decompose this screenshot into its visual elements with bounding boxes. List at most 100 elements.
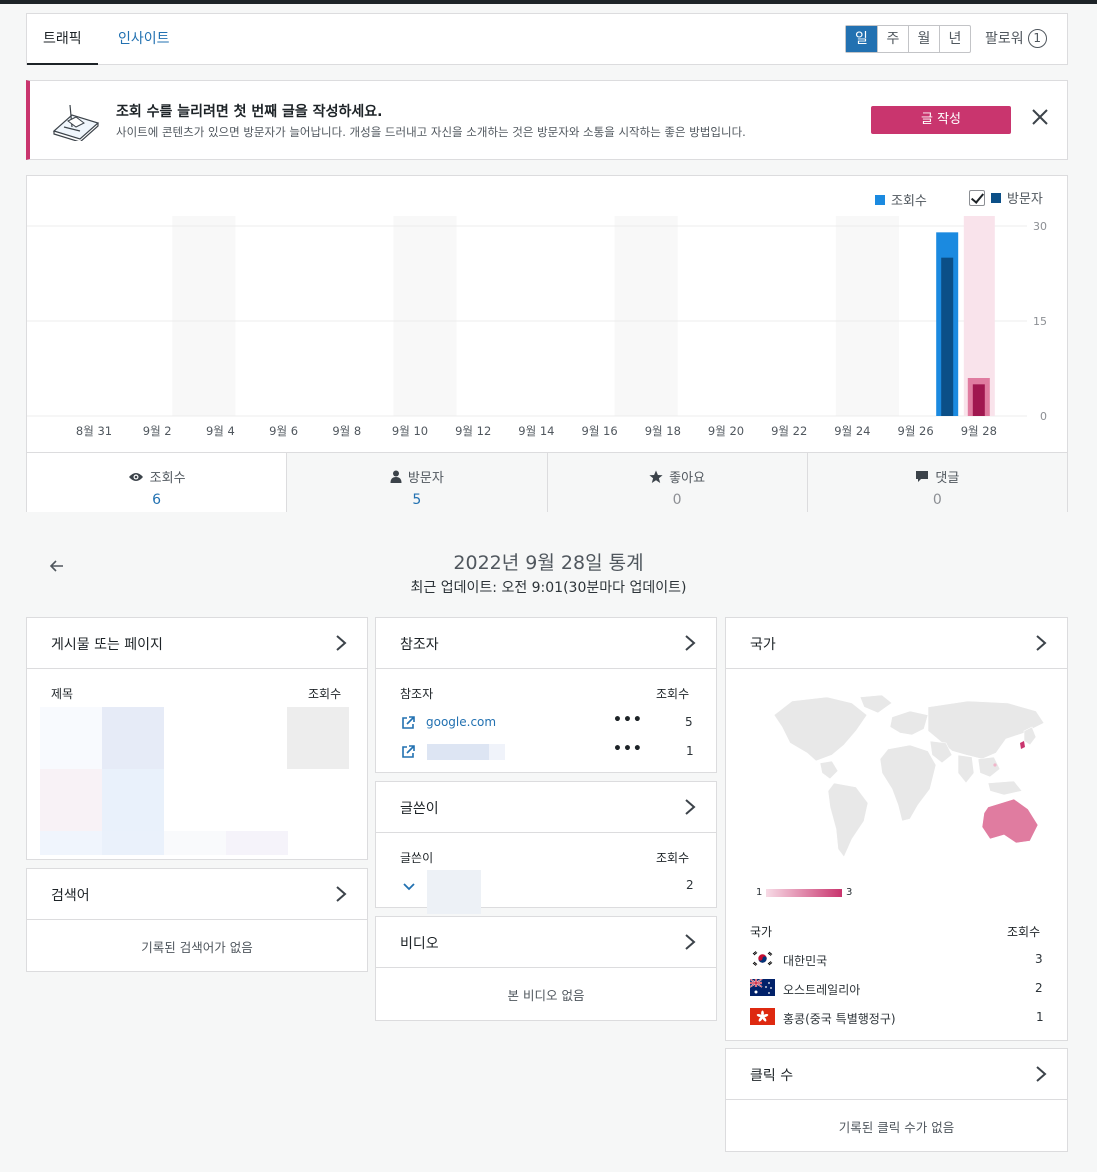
map-scale-min: 1	[756, 887, 763, 898]
referrers-card-header[interactable]: 참조자	[376, 618, 716, 669]
authors-card: 글쓴이 글쓴이 조회수 2	[375, 781, 717, 914]
blurred-author	[427, 870, 481, 914]
legend-visitors-label: 방문자	[1007, 192, 1043, 207]
videos-empty-message: 본 비디오 없음	[507, 988, 585, 1003]
posts-card: 게시물 또는 페이지 제목 조회수	[26, 617, 368, 860]
videos-card-title: 비디오	[400, 936, 439, 952]
person-icon	[390, 470, 402, 483]
external-link-icon[interactable]	[401, 745, 415, 759]
tab-traffic[interactable]: 트래픽	[27, 14, 98, 65]
referrer-name[interactable]: google.com	[426, 715, 496, 729]
countries-card-header[interactable]: 국가	[726, 618, 1067, 669]
x-tick-label: 9월 4	[206, 424, 235, 438]
stat-likes-value: 0	[672, 492, 682, 508]
country-views: 3	[1035, 952, 1043, 966]
hongkong-region	[993, 763, 997, 767]
countries-col-name: 국가	[750, 925, 773, 939]
visitors-checkbox[interactable]	[969, 189, 985, 206]
videos-card-header[interactable]: 비디오	[376, 917, 716, 968]
x-tick-label: 9월 20	[708, 424, 744, 438]
date-title: 2022년 9월 28일 통계	[453, 552, 644, 574]
search-terms-card: 검색어 기록된 검색어가 없음	[26, 868, 368, 972]
date-subtitle: 최근 업데이트: 오전 9:01(30분마다 업데이트)	[410, 580, 687, 596]
y-tick-label: 0	[1040, 410, 1047, 423]
more-icon[interactable]: •••	[613, 712, 643, 728]
banner-title: 조회 수를 늘리려면 첫 번째 글을 작성하세요.	[116, 104, 383, 120]
country-views: 2	[1035, 981, 1043, 995]
x-tick-label: 9월 16	[582, 424, 618, 438]
australia-region	[981, 798, 1039, 844]
chevron-right-icon[interactable]	[1035, 1065, 1047, 1083]
follow-label: 팔로워	[985, 31, 1024, 47]
referrers-col-name: 참조자	[400, 687, 434, 701]
x-tick-label: 9월 6	[269, 424, 298, 438]
period-selector: 일 주 월 년	[845, 25, 971, 53]
weekend-band	[172, 216, 236, 416]
chevron-right-icon[interactable]	[1035, 634, 1047, 652]
stat-visitors[interactable]: 방문자 5	[286, 453, 547, 512]
chevron-right-icon[interactable]	[684, 933, 696, 951]
stat-views-value: 6	[152, 492, 162, 508]
countries-col-views: 조회수	[1007, 925, 1041, 939]
australia-flag-icon	[750, 979, 775, 996]
follow-widget[interactable]: 팔로워 1	[985, 28, 1047, 48]
x-tick-label: 9월 24	[834, 424, 870, 438]
chevron-right-icon[interactable]	[684, 634, 696, 652]
bar-chart: 30 15 0 8월 31 9월 2 9월 4 9월 6 9월 8 9월 10 9월 12 9월 1…	[27, 216, 1047, 438]
legend-views-label: 조회수	[891, 194, 927, 209]
visitors-bar	[972, 384, 985, 416]
authors-col-name: 글쓴이	[400, 851, 434, 865]
stat-comments[interactable]: 댓글 0	[806, 453, 1067, 512]
close-icon[interactable]	[1028, 105, 1052, 129]
tab-insights[interactable]: 인사이트	[102, 14, 186, 64]
more-icon[interactable]: •••	[613, 741, 643, 757]
blurred-referrer	[427, 744, 489, 760]
posts-card-header[interactable]: 게시물 또는 페이지	[27, 618, 367, 669]
legend-visitors-swatch	[991, 192, 1001, 203]
referrer-views: 5	[685, 715, 693, 729]
clicks-card: 클릭 수 기록된 클릭 수가 없음	[725, 1048, 1068, 1152]
chevron-down-icon[interactable]	[402, 882, 416, 892]
legend-visitors[interactable]: 방문자	[969, 188, 1043, 207]
authors-card-header[interactable]: 글쓴이	[376, 782, 716, 833]
videos-card: 비디오 본 비디오 없음	[375, 916, 717, 1021]
banner-text: 사이트에 콘텐츠가 있으면 방문자가 늘어납니다. 개성을 드러내고 자신을 소…	[116, 125, 746, 139]
chevron-right-icon[interactable]	[335, 634, 347, 652]
posts-card-title: 게시물 또는 페이지	[51, 637, 163, 653]
clicks-empty-message: 기록된 클릭 수가 없음	[838, 1120, 955, 1135]
world-map	[773, 694, 1045, 858]
y-tick-label: 15	[1033, 315, 1047, 328]
clicks-card-header[interactable]: 클릭 수	[726, 1049, 1067, 1100]
referrers-col-views: 조회수	[656, 687, 690, 701]
map-scale-bar	[766, 889, 842, 897]
countries-card-title: 국가	[750, 637, 776, 653]
stat-views[interactable]: 조회수 6	[27, 453, 287, 512]
stats-tabs: 조회수 6 방문자 5 좋아요 0 댓글 0	[27, 452, 1067, 512]
write-post-button[interactable]: 글 작성	[871, 106, 1011, 134]
country-name: 홍콩(중국 특별행정구)	[783, 1012, 896, 1026]
x-tick-label: 9월 18	[645, 424, 681, 438]
search-card-title: 검색어	[51, 888, 90, 904]
chevron-right-icon[interactable]	[684, 798, 696, 816]
period-month[interactable]: 월	[908, 26, 939, 52]
korea-region	[1020, 741, 1025, 749]
clicks-card-title: 클릭 수	[750, 1068, 794, 1084]
external-link-icon[interactable]	[401, 716, 415, 730]
period-week[interactable]: 주	[877, 26, 908, 52]
search-card-header[interactable]: 검색어	[27, 869, 367, 920]
x-tick-label: 9월 12	[455, 424, 491, 438]
period-year[interactable]: 년	[939, 26, 970, 52]
chevron-right-icon[interactable]	[335, 885, 347, 903]
write-post-banner: 조회 수를 늘리려면 첫 번째 글을 작성하세요. 사이트에 콘텐츠가 있으면 …	[26, 80, 1068, 160]
posts-col-title: 제목	[51, 687, 74, 701]
period-day[interactable]: 일	[846, 26, 877, 52]
visitors-bar	[941, 257, 954, 416]
stats-nav: 트래픽 인사이트 일 주 월 년 팔로워 1	[26, 13, 1068, 65]
map-scale-max: 3	[846, 887, 853, 898]
authors-col-views: 조회수	[656, 851, 690, 865]
x-tick-label: 8월 31	[76, 424, 112, 438]
stat-likes[interactable]: 좋아요 0	[546, 453, 807, 512]
comment-icon	[916, 470, 929, 482]
x-tick-label: 9월 2	[143, 424, 172, 438]
stat-likes-label: 좋아요	[669, 471, 706, 486]
